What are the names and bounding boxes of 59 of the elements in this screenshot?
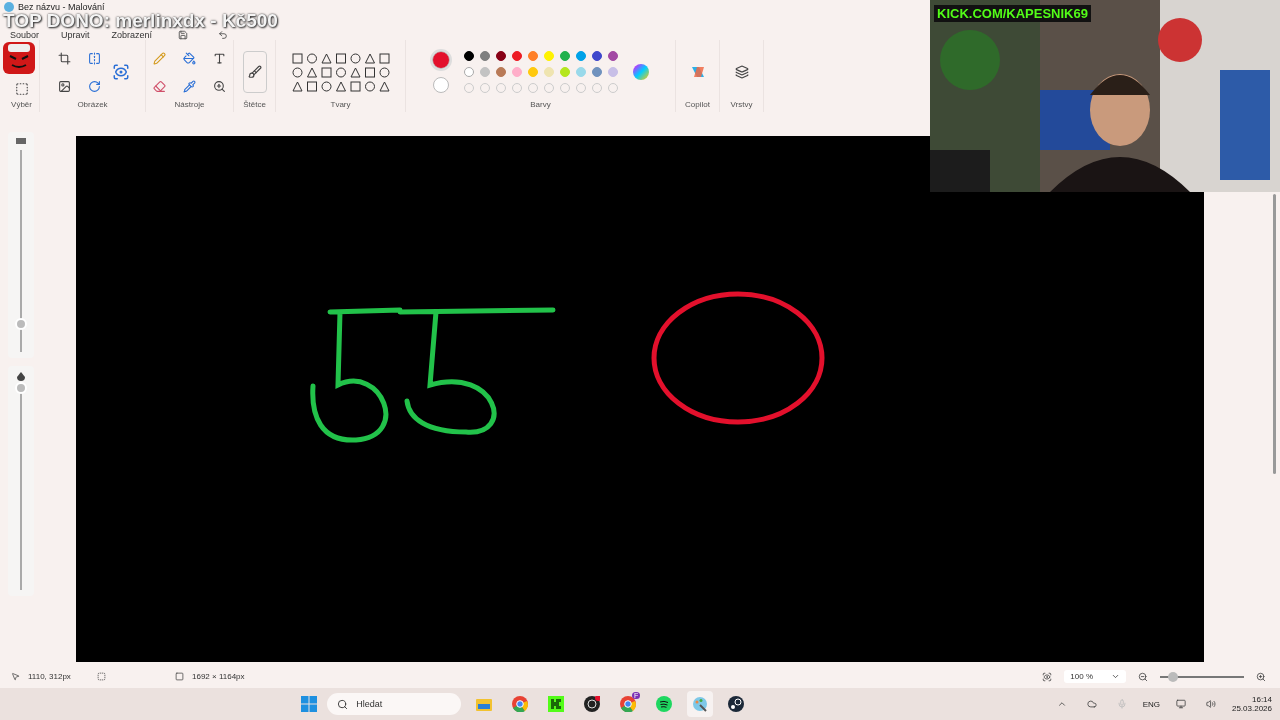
group-label: Tvary	[330, 100, 351, 109]
search-icon	[337, 698, 349, 710]
color-swatch[interactable]	[495, 51, 506, 61]
kick-logo	[548, 696, 565, 712]
channel-banner: KICK.COM/KAPESNIK69	[934, 5, 1091, 22]
paint-logo	[692, 696, 709, 712]
clock[interactable]: 16:14 25.03.2026	[1231, 695, 1272, 713]
color-swatch[interactable]	[495, 67, 506, 77]
slider-thumb[interactable]	[15, 382, 27, 394]
color-swatch[interactable]	[479, 51, 490, 61]
color-swatch[interactable]	[591, 51, 602, 61]
menu-item[interactable]: Zobrazení	[111, 30, 153, 40]
color-swatch[interactable]	[575, 51, 586, 61]
group-label: Štětce	[243, 100, 266, 109]
scrollbar[interactable]	[1273, 194, 1276, 474]
opacity-icon	[16, 372, 26, 382]
color-swatch[interactable]	[463, 51, 474, 61]
slider-thumb[interactable]	[1167, 671, 1178, 682]
primary-color-swatch[interactable]	[431, 51, 450, 69]
cursor-position: 1110, 312px	[28, 672, 72, 681]
group-label: Barvy	[530, 100, 551, 109]
color-swatch[interactable]	[591, 67, 602, 77]
window-title: Bez názvu - Malování	[18, 2, 105, 12]
group-label: Copilot	[685, 100, 710, 109]
search-field[interactable]: Hledat	[327, 693, 462, 715]
canvas-size: 1692 × 1164px	[192, 672, 245, 681]
browser-icon	[512, 696, 529, 712]
color-swatch[interactable]	[559, 51, 570, 61]
zoom-dropdown[interactable]: 100 %	[1064, 670, 1126, 683]
caret-icon	[1111, 672, 1120, 681]
start-button[interactable]	[301, 696, 318, 712]
group-label: Nástroje	[174, 100, 205, 109]
menu-item[interactable]: Soubor	[10, 30, 40, 40]
secondary-color-swatch[interactable]	[432, 77, 449, 93]
slider-thumb[interactable]	[15, 317, 27, 330]
canvas[interactable]	[76, 136, 1204, 662]
obs-logo	[584, 696, 601, 712]
color-swatch[interactable]	[527, 51, 538, 61]
color-swatch[interactable]	[463, 67, 474, 77]
paint-app-icon	[4, 2, 14, 12]
remove-background-icon[interactable]	[111, 63, 130, 81]
donation-overlay: TOP DONO: merlinxdx - Kč500	[3, 12, 278, 30]
opacity-slider[interactable]	[8, 366, 34, 596]
steam-logo	[728, 696, 745, 712]
group-label: Obrázek	[77, 100, 108, 109]
brush-icon[interactable]	[242, 51, 267, 93]
color-swatch[interactable]	[607, 51, 618, 61]
group-label: Výběr	[11, 100, 32, 109]
color-wheel-icon[interactable]	[631, 63, 650, 81]
brush-size-slider[interactable]	[8, 132, 34, 358]
language-indicator[interactable]: ENG	[1142, 699, 1160, 709]
pencil-icon[interactable]	[150, 49, 169, 67]
spotify-logo	[656, 696, 673, 712]
group-label: Vrstvy	[730, 100, 753, 109]
folder-icon	[476, 697, 493, 711]
menu-item[interactable]: Upravit	[61, 30, 90, 40]
color-swatch[interactable]	[511, 51, 522, 61]
brush-size-icon	[16, 138, 26, 144]
browser-icon	[620, 696, 637, 712]
